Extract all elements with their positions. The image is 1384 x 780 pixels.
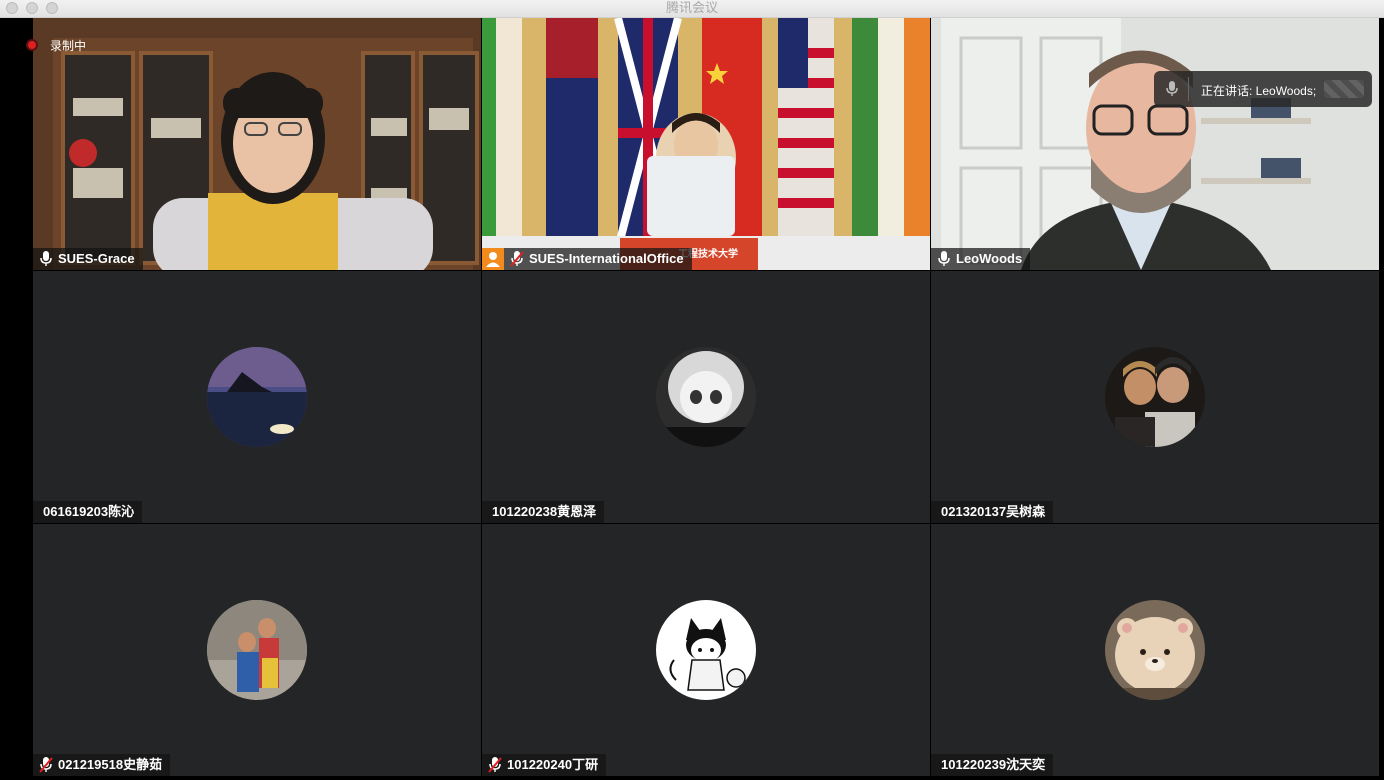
participant-nameplate: 101220238黄恩泽	[482, 501, 605, 523]
microphone-muted-icon	[488, 757, 502, 773]
participant-nameplate: 101220240丁研	[482, 754, 607, 776]
microphone-icon	[40, 251, 52, 266]
participant-nameplate: 061619203陈沁	[33, 501, 143, 523]
participant-avatar	[656, 347, 756, 447]
speaking-indicator: 正在讲话: LeoWoods;	[1154, 71, 1372, 107]
video-tile-sues-internationaloffice[interactable]: 工程技术大学 SUES-InternationalOffice	[482, 18, 930, 270]
window-titlebar: 腾讯会议	[0, 0, 1384, 18]
participant-name: 021320137吴树森	[941, 504, 1046, 519]
participant-tile[interactable]: 061619203陈沁	[33, 271, 481, 523]
participant-video	[482, 18, 930, 270]
participant-nameplate: SUES-InternationalOffice	[504, 248, 692, 270]
left-margin	[0, 18, 33, 780]
participant-avatar	[207, 347, 307, 447]
participant-tile[interactable]: 021219518史静茹	[33, 524, 481, 776]
recording-label: 录制中	[50, 38, 87, 53]
microphone-muted-icon	[39, 757, 53, 773]
participant-nameplate: 101220239沈天奕	[931, 754, 1054, 776]
video-tile-leowoods[interactable]: LeoWoods	[931, 18, 1379, 270]
participant-avatar	[1105, 600, 1205, 700]
microphone-icon	[1166, 81, 1178, 96]
participant-name: 021219518史静茹	[58, 757, 163, 772]
participant-name: 061619203陈沁	[43, 504, 135, 519]
participant-tile[interactable]: 101220239沈天奕	[931, 524, 1379, 776]
participant-tile[interactable]: 101220240丁研	[482, 524, 930, 776]
participant-nameplate: LeoWoods	[931, 248, 1031, 270]
participant-avatar	[207, 600, 307, 700]
participant-nameplate: 021320137吴树森	[931, 501, 1054, 523]
window-title: 腾讯会议	[665, 0, 718, 15]
blurred-names	[1324, 80, 1364, 98]
recording-dot-icon	[26, 39, 38, 51]
participant-name: LeoWoods	[956, 251, 1023, 266]
participant-tile[interactable]: 021320137吴树森	[931, 271, 1379, 523]
participant-name: 101220238黄恩泽	[492, 504, 597, 519]
participant-nameplate: 021219518史静茹	[33, 754, 171, 776]
participant-avatar	[1105, 347, 1205, 447]
participant-video	[33, 18, 481, 270]
microphone-icon	[938, 251, 950, 266]
speaking-text: 正在讲话: LeoWoods;	[1201, 84, 1317, 98]
participant-video	[931, 18, 1379, 270]
video-tile-sues-grace[interactable]: SUES-Grace	[33, 18, 481, 270]
recording-indicator: 录制中	[26, 36, 86, 54]
participant-name: 101220239沈天奕	[941, 757, 1046, 772]
user-badge-icon	[482, 248, 504, 270]
participant-avatar	[656, 600, 756, 700]
microphone-muted-icon	[510, 251, 524, 267]
participant-nameplate: SUES-Grace	[33, 248, 143, 270]
participant-tile[interactable]: 101220238黄恩泽	[482, 271, 930, 523]
participant-name: SUES-Grace	[58, 251, 135, 266]
participant-name: 101220240丁研	[507, 757, 599, 772]
participant-name: SUES-InternationalOffice	[529, 251, 684, 266]
